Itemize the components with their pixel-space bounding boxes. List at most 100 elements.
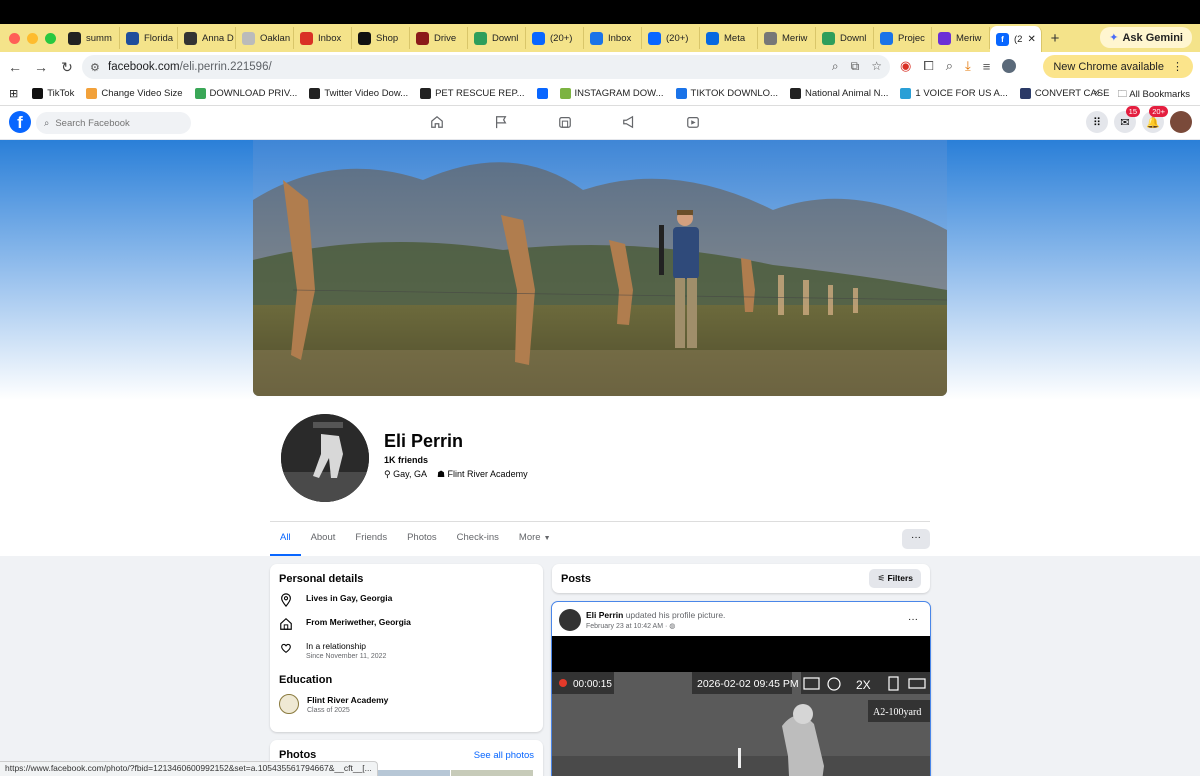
media-controls-icon[interactable]: ≡ — [983, 59, 991, 74]
browser-tab[interactable]: (20+) — [526, 27, 584, 49]
browser-tab[interactable]: Oaklan — [236, 27, 294, 49]
bookmark-item[interactable]: TikTok — [26, 88, 80, 99]
post-author-name[interactable]: Eli Perrin — [586, 610, 623, 620]
tab-title: Inbox — [608, 32, 632, 44]
bookmark-item[interactable]: TIKTOK DOWNLO... — [670, 88, 784, 99]
photo-thumbnail[interactable] — [451, 770, 533, 776]
bookmarks-bar: ⊞ TikTok Change Video Size DOWNLOAD PRIV..… — [0, 82, 1200, 106]
browser-tab[interactable]: Downl — [468, 27, 526, 49]
search-icon: ⌕ — [44, 117, 50, 129]
url-text[interactable]: facebook.com/eli.perrin.221596/ — [108, 61, 272, 73]
browser-tab[interactable]: Shop — [352, 27, 410, 49]
tab-about[interactable]: About — [301, 522, 346, 556]
browser-tab[interactable]: Downl — [816, 27, 874, 49]
browser-tab[interactable]: Meriw — [758, 27, 816, 49]
back-arrow-icon[interactable]: ← — [2, 59, 28, 75]
cover-photo[interactable] — [253, 140, 947, 396]
close-window-button[interactable] — [9, 32, 20, 44]
browser-tab[interactable]: Meriw — [932, 27, 990, 49]
pages-flag-icon[interactable] — [494, 115, 508, 129]
bookmark-item[interactable]: PET RESCUE REP... — [414, 88, 530, 99]
home-icon[interactable] — [430, 115, 444, 129]
post-author-avatar[interactable] — [559, 609, 581, 631]
post-media[interactable]: 00:00:15 2026-02-02 09:45 PM 2X A2-100ya… — [552, 636, 930, 776]
browser-tab[interactable]: (20+) — [642, 27, 700, 49]
browser-tab[interactable]: Drive — [410, 27, 468, 49]
browser-tab[interactable]: Meta — [700, 27, 758, 49]
tab-friends[interactable]: Friends — [345, 522, 397, 556]
record-extension-icon[interactable]: ◉ — [900, 58, 911, 74]
tab-active[interactable]: f (2 ✕ — [990, 26, 1042, 52]
apps-grid-icon[interactable]: ⊞ — [0, 87, 26, 100]
tab-check-ins[interactable]: Check-ins — [447, 522, 509, 556]
gaming-icon[interactable] — [686, 115, 700, 129]
bookmark-item[interactable]: Twitter Video Dow... — [303, 88, 414, 99]
minimize-window-button[interactable] — [27, 32, 38, 44]
bookmark-label: Change Video Size — [101, 88, 183, 99]
personal-details-title: Personal details — [279, 573, 364, 585]
forward-arrow-icon[interactable]: → — [28, 59, 54, 75]
friends-count[interactable]: 1K friends — [384, 455, 428, 465]
tab-all[interactable]: All — [270, 522, 301, 556]
chrome-profile-avatar[interactable] — [1002, 59, 1017, 73]
bookmark-item[interactable]: Change Video Size — [80, 88, 188, 99]
tab-favicon-icon — [242, 31, 255, 45]
bookmark-item[interactable] — [531, 88, 554, 99]
zoom-level-text: 2X — [856, 678, 871, 692]
profile-more-options-button[interactable]: ··· — [902, 529, 930, 549]
messenger-icon[interactable]: ✉ 15 — [1114, 106, 1140, 133]
search-input[interactable] — [55, 117, 176, 129]
photo-thumbnail[interactable] — [370, 770, 450, 776]
install-app-icon[interactable]: ⧉ — [851, 59, 860, 74]
notifications-bell-icon[interactable]: 🔔 20+ — [1142, 106, 1168, 133]
facebook-logo-icon[interactable]: f — [9, 111, 31, 133]
new-tab-button[interactable]: + — [1042, 30, 1068, 47]
bookmark-star-icon[interactable]: ☆ — [871, 59, 882, 74]
profile-header: Eli Perrin 1K friends ⚲ Gay, GA ☗ Flint … — [0, 140, 1200, 556]
facebook-search-box[interactable]: ⌕ — [36, 112, 191, 134]
browser-tab[interactable]: Anna D — [178, 27, 236, 49]
marketplace-icon[interactable] — [558, 115, 572, 129]
filters-button[interactable]: ⚟ Filters — [869, 569, 921, 588]
browser-tab[interactable]: Florida — [120, 27, 178, 49]
tab-title: (20+) — [666, 32, 689, 44]
address-bar[interactable]: ⚙ facebook.com/eli.perrin.221596/ ⌕ ⧉ ☆ — [82, 55, 890, 79]
ask-gemini-button[interactable]: ✦ Ask Gemini — [1100, 27, 1192, 48]
post-options-icon[interactable]: ··· — [908, 614, 918, 625]
browser-tab[interactable]: summ — [62, 27, 120, 49]
account-avatar[interactable] — [1170, 111, 1192, 133]
kebab-menu-icon[interactable]: ⋮ — [1172, 60, 1183, 73]
profile-avatar[interactable] — [278, 411, 372, 505]
bookmark-favicon-icon — [194, 88, 206, 99]
post-date[interactable]: February 23 at 10:42 AM · ◍ — [586, 622, 675, 630]
see-all-photos-link[interactable]: See all photos — [474, 750, 534, 761]
extensions-puzzle-icon[interactable]: ⧠ — [923, 58, 933, 74]
download-icon[interactable]: ⤓ — [965, 58, 971, 74]
browser-tab[interactable]: Inbox — [294, 27, 352, 49]
lens-search-icon[interactable]: ⌕ — [946, 58, 953, 74]
zoom-magnifier-icon[interactable]: ⌕ — [832, 59, 839, 74]
site-settings-icon[interactable]: ⚙ — [90, 61, 108, 74]
more-bookmarks-chevron-icon[interactable]: » — [1094, 87, 1099, 103]
bookmark-item[interactable]: INSTAGRAM DOW... — [554, 88, 670, 99]
reload-icon[interactable]: ↻ — [54, 59, 80, 76]
ads-megaphone-icon[interactable] — [622, 115, 636, 129]
zoom-window-button[interactable] — [45, 32, 56, 44]
tab-more[interactable]: More ▼ — [509, 522, 561, 556]
bookmark-favicon-icon — [32, 88, 44, 99]
lives-in-text[interactable]: Lives in Gay, Georgia — [306, 593, 392, 603]
menu-grid-icon[interactable]: ⠿ — [1086, 111, 1108, 133]
from-text[interactable]: From Meriwether, Georgia — [306, 617, 411, 627]
tab-photos[interactable]: Photos — [397, 522, 447, 556]
all-bookmarks-button[interactable]: 🗀 All Bookmarks — [1118, 87, 1190, 103]
bookmark-item[interactable]: 1 VOICE FOR US A... — [894, 88, 1013, 99]
education-school-text[interactable]: Flint River Academy — [307, 695, 388, 705]
new-chrome-available-button[interactable]: New Chrome available ⋮ — [1043, 55, 1193, 78]
profile-location: ⚲ Gay, GA — [384, 469, 427, 479]
bookmark-item[interactable]: DOWNLOAD PRIV... — [189, 88, 304, 99]
close-tab-icon[interactable]: ✕ — [1027, 34, 1035, 45]
browser-tab[interactable]: Projec — [874, 27, 932, 49]
school-crest-icon[interactable] — [279, 694, 299, 714]
browser-tab[interactable]: Inbox — [584, 27, 642, 49]
bookmark-item[interactable]: National Animal N... — [784, 88, 894, 99]
